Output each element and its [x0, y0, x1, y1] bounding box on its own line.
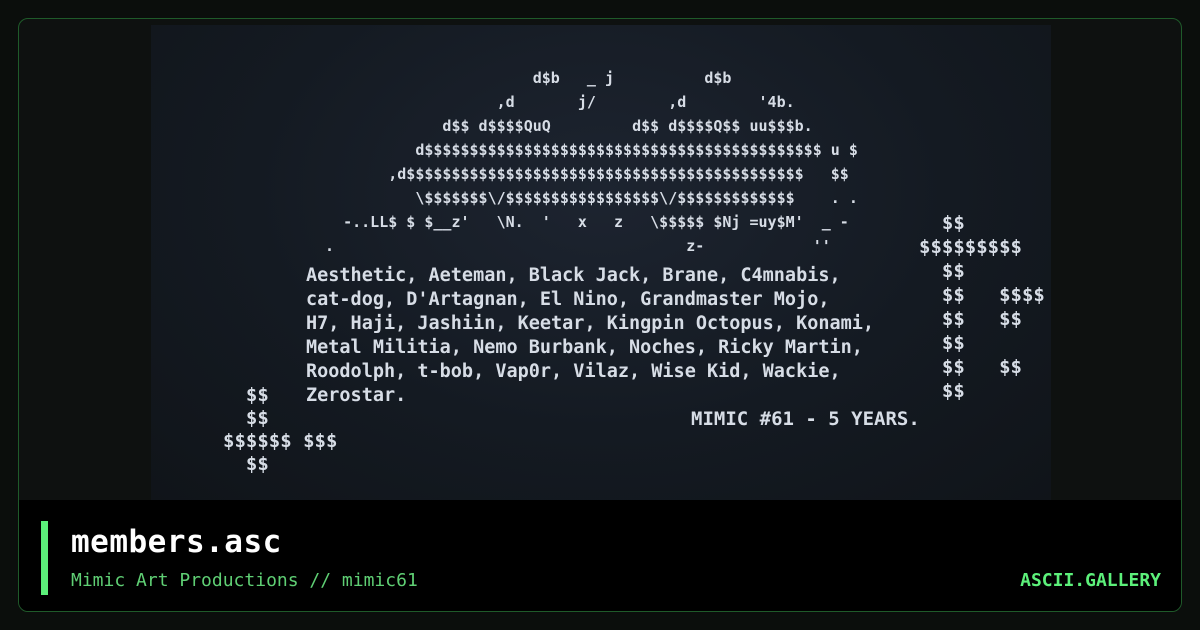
ascii-dollar-line: $$ $$$$ — [919, 284, 1045, 306]
ascii-dollar-line: $$ — [223, 384, 269, 406]
ascii-artwork: d$b _ j d$b ,d j/ ,d '4b. d$$ d$$$$QuQ d… — [223, 69, 1045, 475]
ascii-dollar-line: $$ $$ — [919, 356, 1022, 378]
artwork-group-and-pack[interactable]: Mimic Art Productions // mimic61 — [71, 570, 418, 591]
ascii-dollar-border-right: $$$$$$$$$$$ $$ $$ $$$$ $$ $$ $$ $$ $$ $$ — [919, 212, 1045, 402]
ascii-credit-line: H7, Haji, Jashiin, Keetar, Kingpin Octop… — [306, 313, 874, 334]
ascii-logo-line: -..LL$ $ $__z' \N. ' x z \$$$$$ $Nj =uy$… — [316, 213, 849, 231]
card-footer: members.asc Mimic Art Productions // mim… — [19, 500, 1181, 611]
ascii-dollar-line: $$ — [919, 212, 965, 234]
ascii-dollar-line: $$ — [919, 332, 965, 354]
ascii-dollar-line: $$ — [919, 380, 965, 402]
ascii-dollar-line: $$ — [223, 407, 269, 429]
ascii-credit-line: cat-dog, D'Artagnan, El Nino, Grandmaste… — [306, 289, 829, 310]
ascii-dollar-line: $$ — [919, 260, 965, 282]
ascii-logo-line: . z- '' — [316, 237, 831, 255]
ascii-logo: d$b _ j d$b ,d j/ ,d '4b. d$$ d$$$$QuQ d… — [316, 69, 858, 255]
accent-bar — [41, 521, 48, 595]
ascii-logo-line: d$$ d$$$$QuQ d$$ d$$$$Q$$ uu$$$b. — [316, 117, 813, 135]
ascii-logo-line: \$$$$$$$\/$$$$$$$$$$$$$$$$$\/$$$$$$$$$$$… — [316, 189, 858, 207]
ascii-signature: MIMIC #61 - 5 YEARS. — [691, 408, 920, 430]
ascii-dollar-line: $$$$$$$$$ — [919, 236, 1022, 258]
ascii-credit-line: Roodolph, t-bob, Vap0r, Vilaz, Wise Kid,… — [306, 361, 841, 382]
ascii-logo-line: d$b _ j d$b — [316, 69, 731, 87]
ascii-credit-line: Aesthetic, Aeteman, Black Jack, Brane, C… — [306, 265, 841, 286]
share-card: d$b _ j d$b ,d j/ ,d '4b. d$$ d$$$$QuQ d… — [18, 18, 1182, 612]
ascii-logo-line: ,d$$$$$$$$$$$$$$$$$$$$$$$$$$$$$$$$$$$$$$… — [316, 165, 849, 183]
ascii-dollar-line: $$ — [223, 453, 269, 475]
ascii-art-preview[interactable]: d$b _ j d$b ,d j/ ,d '4b. d$$ d$$$$QuQ d… — [151, 25, 1051, 501]
ascii-dollar-line: $$ $$ — [919, 308, 1022, 330]
ascii-logo-line: ,d j/ ,d '4b. — [316, 93, 795, 111]
ascii-credits: Aesthetic, Aeteman, Black Jack, Brane, C… — [306, 265, 874, 406]
ascii-dollar-line: $$$$$$ $$$ — [223, 430, 337, 452]
ascii-credit-line: Zerostar. — [306, 385, 406, 406]
ascii-credit-line: Metal Militia, Nemo Burbank, Noches, Ric… — [306, 337, 863, 358]
artwork-filename[interactable]: members.asc — [71, 524, 282, 560]
ascii-logo-line: d$$$$$$$$$$$$$$$$$$$$$$$$$$$$$$$$$$$$$$$… — [316, 141, 858, 159]
site-brand-link[interactable]: ASCII.GALLERY — [1020, 570, 1161, 591]
